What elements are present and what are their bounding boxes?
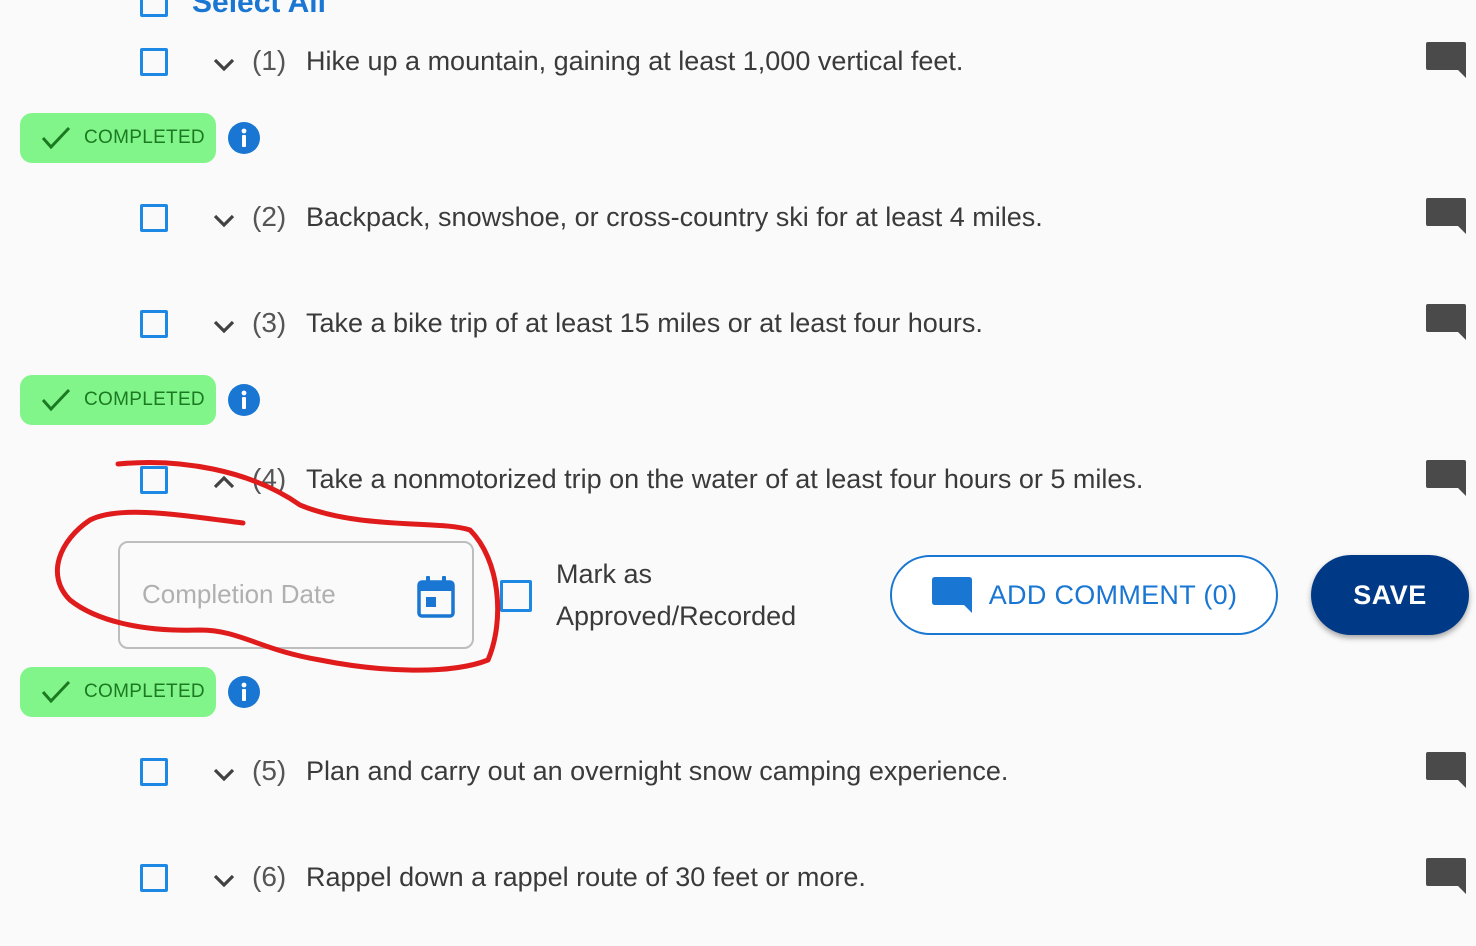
comment-icon[interactable] bbox=[1424, 40, 1468, 80]
completed-label: COMPLETED bbox=[84, 127, 205, 148]
chevron-up-icon[interactable] bbox=[210, 468, 238, 496]
completion-date-field[interactable]: Completion Date bbox=[118, 541, 474, 649]
requirement-row-4: (4) Take a nonmotorized trip on the wate… bbox=[0, 454, 1476, 504]
chevron-down-icon[interactable] bbox=[210, 866, 238, 894]
checkmark-icon bbox=[41, 388, 71, 412]
requirement-text: Rappel down a rappel route of 30 feet or… bbox=[306, 862, 866, 892]
checkmark-icon bbox=[41, 126, 71, 150]
requirement-checkbox[interactable] bbox=[140, 758, 168, 786]
comment-icon bbox=[931, 577, 972, 613]
requirement-text: Take a bike trip of at least 15 miles or… bbox=[306, 308, 983, 338]
requirement-number: (5) bbox=[252, 755, 287, 786]
chevron-down-icon[interactable] bbox=[210, 760, 238, 788]
completion-date-placeholder: Completion Date bbox=[142, 579, 336, 609]
chevron-down-icon[interactable] bbox=[210, 206, 238, 234]
completed-badge: COMPLETED bbox=[20, 667, 216, 717]
select-all-label: Select All bbox=[192, 0, 326, 19]
requirement-checkbox[interactable] bbox=[140, 466, 168, 494]
select-all[interactable]: Select All bbox=[140, 0, 326, 20]
completed-status-row: COMPLETED bbox=[20, 375, 260, 425]
requirement-checkbox[interactable] bbox=[140, 864, 168, 892]
requirement-text: Plan and carry out an overnight snow cam… bbox=[306, 756, 1009, 786]
completed-status-row: COMPLETED bbox=[20, 667, 260, 717]
info-icon[interactable] bbox=[228, 384, 260, 416]
calendar-icon[interactable] bbox=[416, 575, 456, 619]
requirement-row-2: (2) Backpack, snowshoe, or cross-country… bbox=[0, 192, 1476, 242]
mark-approved-checkbox[interactable] bbox=[500, 580, 532, 612]
checkmark-icon bbox=[41, 680, 71, 704]
info-icon[interactable] bbox=[228, 676, 260, 708]
comment-icon[interactable] bbox=[1424, 856, 1468, 896]
comment-icon[interactable] bbox=[1424, 750, 1468, 790]
requirement-number: (6) bbox=[252, 861, 287, 892]
requirement-text: Take a nonmotorized trip on the water of… bbox=[306, 464, 1144, 494]
requirement-number: (1) bbox=[252, 45, 287, 76]
completed-badge: COMPLETED bbox=[20, 113, 216, 163]
requirement-checkbox[interactable] bbox=[140, 310, 168, 338]
select-all-checkbox[interactable] bbox=[140, 0, 168, 17]
requirement-text: Backpack, snowshoe, or cross-country ski… bbox=[306, 202, 1043, 232]
requirement-row-1: (1) Hike up a mountain, gaining at least… bbox=[0, 36, 1476, 86]
requirement-number: (3) bbox=[252, 307, 287, 338]
comment-icon[interactable] bbox=[1424, 196, 1468, 236]
completed-label: COMPLETED bbox=[84, 681, 205, 702]
add-comment-button[interactable]: ADD COMMENT (0) bbox=[890, 555, 1278, 635]
comment-icon[interactable] bbox=[1424, 458, 1468, 498]
completed-label: COMPLETED bbox=[84, 389, 205, 410]
requirement-row-3: (3) Take a bike trip of at least 15 mile… bbox=[0, 298, 1476, 348]
requirement-row-6: (6) Rappel down a rappel route of 30 fee… bbox=[0, 852, 1476, 902]
requirement-row-5: (5) Plan and carry out an overnight snow… bbox=[0, 746, 1476, 796]
comment-icon[interactable] bbox=[1424, 302, 1468, 342]
requirement-number: (4) bbox=[252, 463, 287, 494]
requirement-text: Hike up a mountain, gaining at least 1,0… bbox=[306, 46, 964, 76]
mark-approved-label: Mark as Approved/Recorded bbox=[556, 559, 797, 631]
save-button[interactable]: SAVE bbox=[1311, 555, 1469, 635]
chevron-down-icon[interactable] bbox=[210, 312, 238, 340]
add-comment-label: ADD COMMENT (0) bbox=[988, 579, 1238, 610]
requirement-number: (2) bbox=[252, 201, 287, 232]
completed-badge: COMPLETED bbox=[20, 375, 216, 425]
requirement-checkbox[interactable] bbox=[140, 204, 168, 232]
chevron-down-icon[interactable] bbox=[210, 50, 238, 78]
requirement-checkbox[interactable] bbox=[140, 48, 168, 76]
info-icon[interactable] bbox=[228, 122, 260, 154]
completed-status-row: COMPLETED bbox=[20, 113, 260, 163]
